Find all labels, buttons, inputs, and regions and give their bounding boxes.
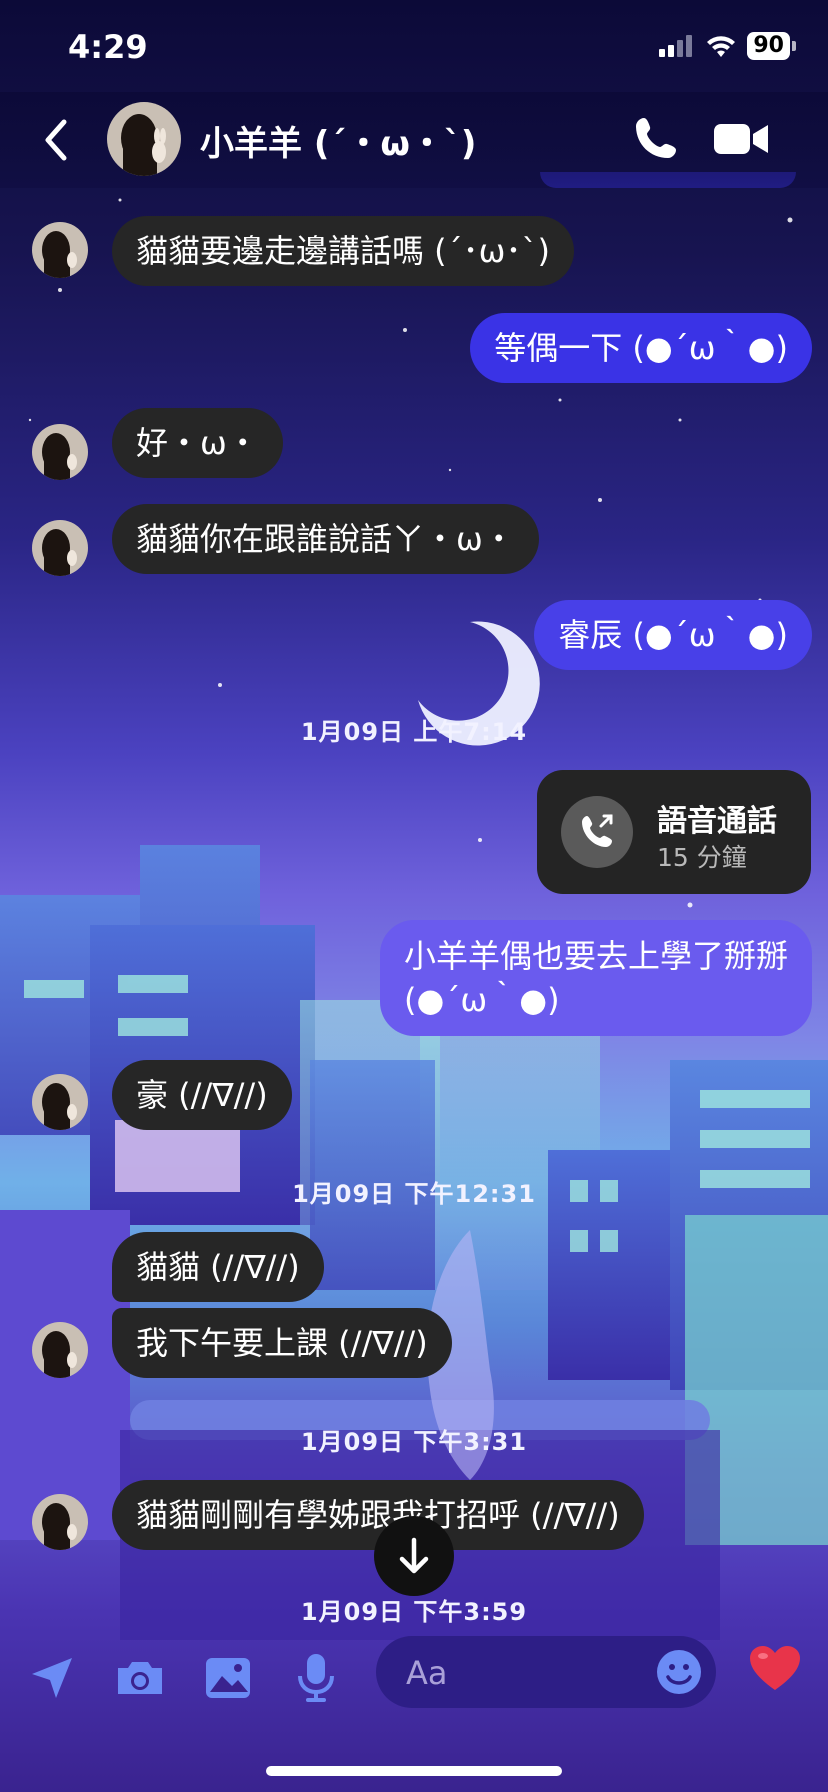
sender-avatar[interactable] [32,1494,88,1550]
arrow-down-icon [399,1537,429,1574]
phone-call-icon [561,796,633,868]
avatar-photo [32,424,88,480]
battery-indicator: 90 [747,32,796,60]
sender-avatar[interactable] [32,1322,88,1378]
timestamp: 1月09日 下午12:31 [292,1180,536,1208]
outgoing-message[interactable]: 睿辰 (●´ω｀●) [534,600,812,670]
home-indicator[interactable] [266,1766,562,1776]
battery-nub [792,41,796,51]
incoming-message[interactable]: 好・ω・ [112,408,283,478]
camera-icon[interactable] [114,1652,166,1704]
timestamp: 1月09日 上午7:14 [300,718,528,746]
video-camera-icon[interactable] [714,120,770,158]
message-text: 好・ω・ [136,424,259,462]
message-text: 貓貓 (//∇//) [136,1248,300,1286]
heart-icon[interactable] [748,1644,802,1694]
avatar-photo [32,520,88,576]
outgoing-message[interactable]: 小羊羊偶也要去上學了掰掰 (●´ω｀●) [379,920,812,1036]
microphone-icon[interactable] [292,1652,340,1704]
call-duration: 15 分鐘 [657,843,747,872]
sender-avatar[interactable] [32,520,88,576]
message-text: 豪 (//∇//) [136,1076,268,1114]
avatar-photo [32,222,88,278]
status-time: 4:29 [68,28,148,66]
incoming-message[interactable]: 我下午要上課 (//∇//) [112,1308,452,1378]
incoming-message[interactable]: 貓貓你在跟誰說話ㄚ・ω・ [112,504,539,574]
timestamp: 1月09日 下午3:31 [300,1428,528,1456]
sender-avatar[interactable] [32,424,88,480]
outgoing-message[interactable]: 等偶一下 (●´ω｀●) [470,313,812,383]
incoming-message[interactable]: 豪 (//∇//) [112,1060,292,1130]
scroll-to-bottom-button[interactable] [374,1516,454,1596]
status-icons: 90 [659,32,796,60]
incoming-message[interactable]: 貓貓要邊走邊講話嗎 (´･ω･`) [112,216,574,286]
smiley-icon[interactable] [654,1647,704,1697]
chevron-left-icon[interactable] [36,114,76,166]
chat-header: 小羊羊 (´・ω・`) [0,92,828,188]
avatar-photo [32,1074,88,1130]
avatar-photo [107,102,181,176]
location-arrow-icon[interactable] [26,1652,78,1704]
message-text: 貓貓你在跟誰說話ㄚ・ω・ [136,520,515,558]
incoming-message[interactable]: 貓貓 (//∇//) [112,1232,324,1302]
message-text: 貓貓要邊走邊講話嗎 (´･ω･`) [136,232,550,270]
message-text: 我下午要上課 (//∇//) [136,1324,428,1362]
message-input[interactable]: Aa [376,1636,716,1708]
wifi-icon [707,36,736,57]
message-text: 等偶一下 (●´ω｀●) [494,329,788,367]
timestamp: 1月09日 下午3:59 [300,1598,528,1626]
avatar-photo [32,1494,88,1550]
message-text: 睿辰 (●´ω｀●) [558,616,788,654]
message-text: 小羊羊偶也要去上學了掰掰 [403,937,788,975]
message-text: (●´ω｀●) [403,981,560,1019]
avatar-photo [32,1322,88,1378]
contact-avatar[interactable] [107,102,181,176]
sender-avatar[interactable] [32,1074,88,1130]
call-title: 語音通話 [657,804,777,839]
status-bar: 4:29 90 [0,0,828,92]
phone-icon[interactable] [632,114,680,162]
battery-level: 90 [747,32,790,60]
message-input-placeholder: Aa [406,1654,448,1692]
contact-name[interactable]: 小羊羊 (´・ω・`) [200,116,476,165]
image-icon[interactable] [202,1652,254,1704]
sender-avatar[interactable] [32,222,88,278]
cellular-signal-icon [659,35,693,57]
voice-call-card[interactable]: 語音通話 15 分鐘 [537,770,811,894]
